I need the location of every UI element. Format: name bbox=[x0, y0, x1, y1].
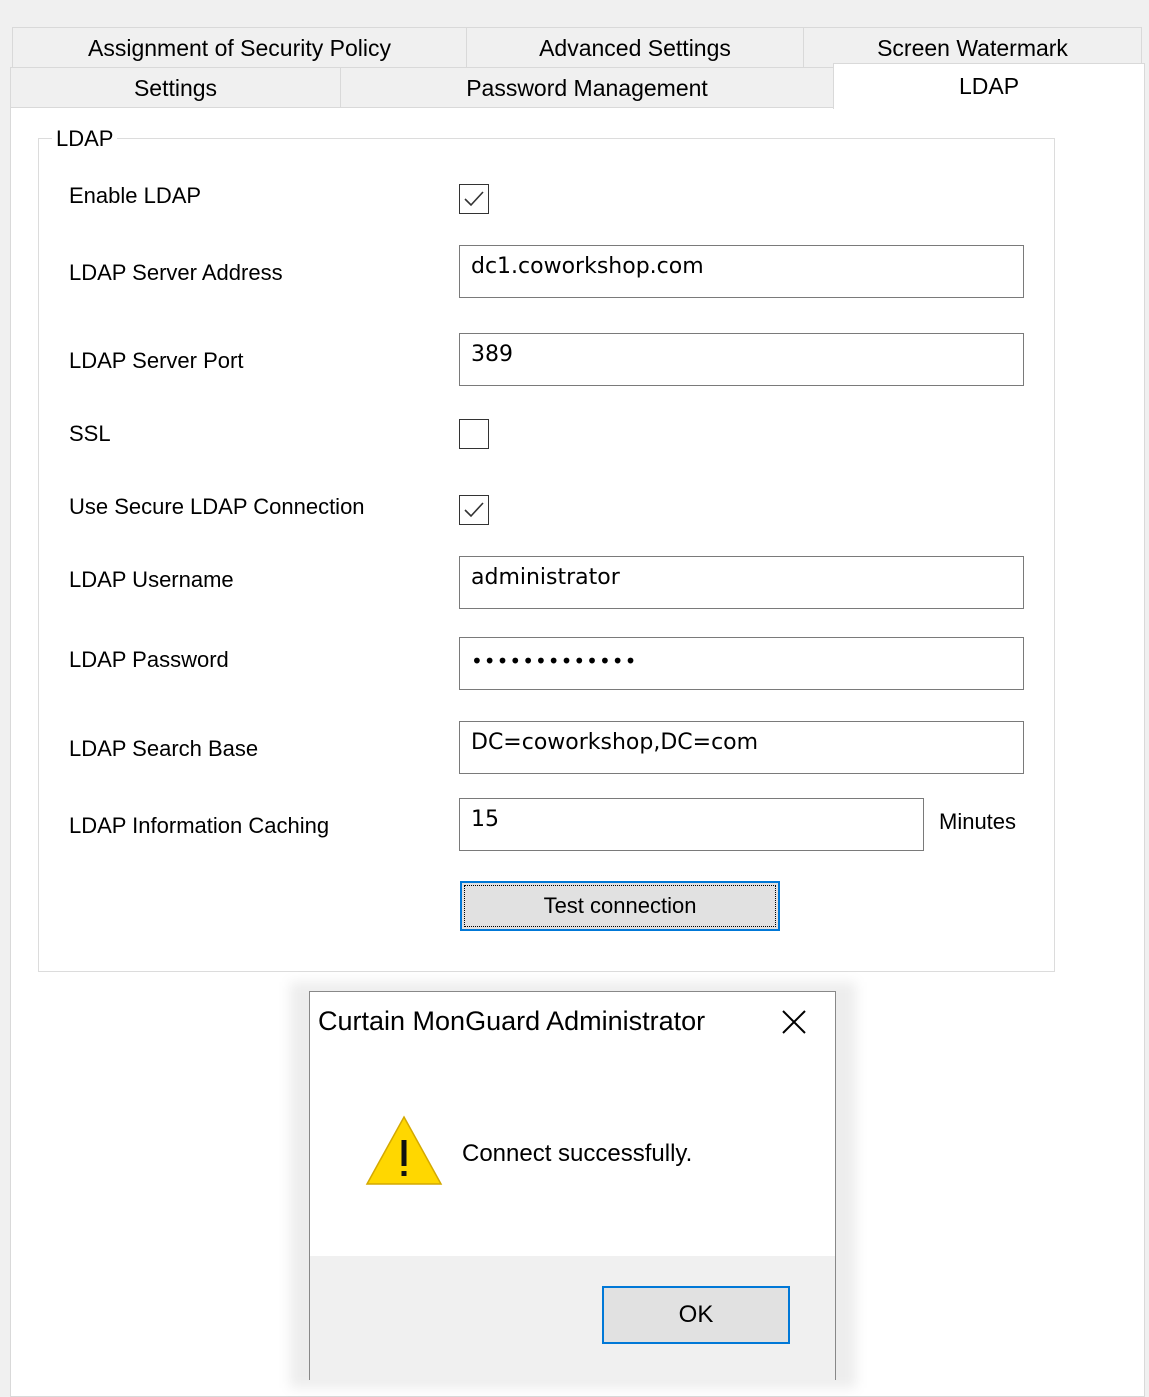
tab-settings[interactable]: Settings bbox=[10, 67, 341, 109]
groupbox-legend: LDAP bbox=[52, 126, 118, 152]
search-base-label: LDAP Search Base bbox=[69, 736, 259, 761]
checkmark-icon bbox=[464, 191, 484, 207]
ssl-label: SSL bbox=[69, 421, 111, 446]
focus-rectangle bbox=[464, 885, 776, 927]
caching-unit-label: Minutes bbox=[939, 809, 1017, 834]
enable-ldap-label: Enable LDAP bbox=[69, 183, 202, 208]
caching-label: LDAP Information Caching bbox=[69, 813, 330, 838]
server-address-label: LDAP Server Address bbox=[69, 260, 283, 285]
dialog-title: Curtain MonGuard Administrator bbox=[318, 1006, 706, 1036]
enable-ldap-checkbox[interactable] bbox=[459, 184, 489, 214]
caching-input[interactable]: 15 bbox=[459, 798, 924, 851]
tab-password-management[interactable]: Password Management bbox=[340, 67, 834, 109]
search-base-input[interactable]: DC=coworkshop,DC=com bbox=[459, 721, 1024, 774]
close-icon[interactable] bbox=[780, 1008, 808, 1036]
message-dialog: Curtain MonGuard Administrator Connect s… bbox=[309, 991, 836, 1380]
tab-ldap[interactable]: LDAP bbox=[833, 63, 1145, 109]
checkmark-icon bbox=[464, 502, 484, 518]
secure-connection-label: Use Secure LDAP Connection bbox=[69, 494, 365, 519]
ssl-checkbox[interactable] bbox=[459, 419, 489, 449]
test-connection-button[interactable]: Test connection bbox=[460, 881, 780, 931]
ok-button[interactable]: OK bbox=[602, 1286, 790, 1344]
username-input[interactable]: administrator bbox=[459, 556, 1024, 609]
dialog-message: Connect successfully. bbox=[462, 1140, 693, 1167]
dialog-footer: OK bbox=[310, 1256, 835, 1380]
tab-advanced-settings[interactable]: Advanced Settings bbox=[466, 27, 804, 69]
secure-connection-checkbox[interactable] bbox=[459, 495, 489, 525]
server-port-input[interactable]: 389 bbox=[459, 333, 1024, 386]
server-address-input[interactable]: dc1.coworkshop.com bbox=[459, 245, 1024, 298]
password-input[interactable]: ••••••••••••• bbox=[459, 637, 1024, 690]
warning-icon bbox=[365, 1115, 443, 1185]
username-label: LDAP Username bbox=[69, 567, 234, 592]
tab-assignment-of-security-policy[interactable]: Assignment of Security Policy bbox=[12, 27, 467, 69]
server-port-label: LDAP Server Port bbox=[69, 348, 244, 373]
password-label: LDAP Password bbox=[69, 647, 229, 672]
